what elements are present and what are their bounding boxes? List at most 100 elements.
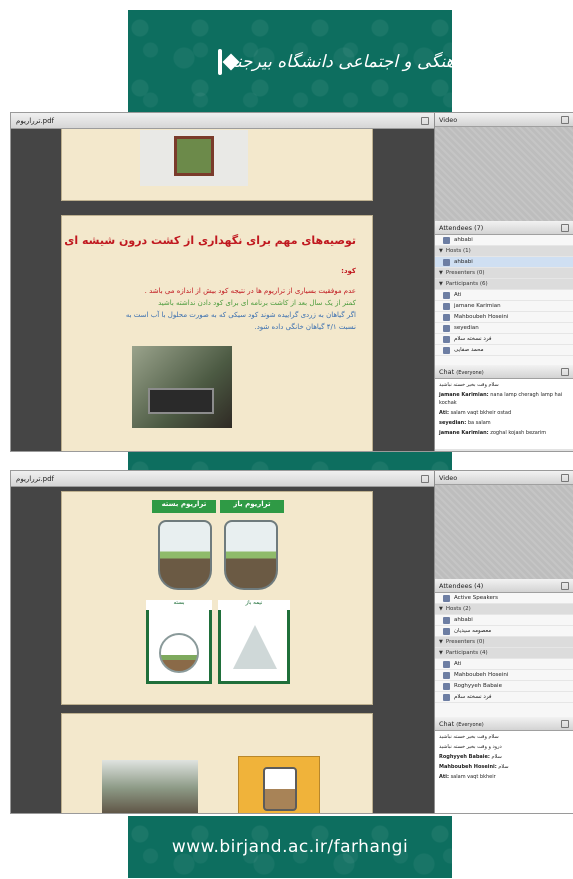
person-icon [443, 335, 450, 343]
attendees-title: Attendees [439, 581, 473, 590]
chat-sender: Mahboubeh Hoseini: [439, 764, 497, 770]
attendee-name: Presenters (0) [445, 270, 485, 276]
chat-text: salam vaqt bkheir ostad [450, 410, 512, 416]
chat-messages: سلام وقت بخیر خسته نباشید درود و وقت بخی… [435, 731, 573, 813]
attendee-name: Participants (6) [445, 281, 488, 287]
slide-current: توصیه‌های مهم برای نگهداری از کشت درون ش… [61, 215, 373, 451]
slide-current: تراریوم بسته تراریوم باز بسته نیمه باز [61, 491, 373, 705]
maximize-icon[interactable] [561, 367, 569, 376]
maximize-icon[interactable] [561, 581, 569, 590]
attendee-row[interactable]: محمد صفایی [435, 345, 573, 356]
chat-text: سلام [498, 764, 509, 770]
label-sealed: بسته [146, 600, 212, 610]
attendee-row[interactable]: ahbabi [435, 257, 573, 268]
website-url[interactable]: www.birjand.ac.ir/farhangi [172, 837, 408, 857]
maximize-icon[interactable] [561, 115, 569, 124]
attendees-list: Active Speakers ▼ Hosts (2) ahbabi معصومه سی… [435, 593, 573, 717]
slide-photo [140, 130, 248, 186]
planting-photo [102, 760, 198, 813]
chat-sender: jamane Karimian: [439, 430, 489, 436]
attendee-row[interactable]: Active Speakers [435, 593, 573, 604]
slide-viewer[interactable]: توصیه‌های مهم برای نگهداری از کشت درون ش… [11, 129, 434, 451]
closed-jar-image [158, 520, 212, 590]
person-icon [443, 313, 450, 321]
speaker-icon [443, 236, 450, 244]
maximize-icon[interactable] [421, 474, 429, 483]
chat-text: سلام وقت بخیر خسته نباشید [439, 734, 499, 740]
meeting-screenshot-2: ترراریوم.pdf تراریوم بسته تراریوم باز بس… [10, 470, 573, 814]
university-emblem-icon [218, 49, 222, 75]
page: معاونت فرهنگی و اجتماعی دانشگاه بیرجند ت… [0, 0, 573, 879]
attendee-group[interactable]: ▼ Presenters (0) [435, 268, 573, 279]
chat-message: Ati: salam vaqt bkheir [439, 773, 569, 781]
footer-banner: www.birjand.ac.ir/farhangi [128, 816, 452, 878]
attendee-row[interactable]: seyedian [435, 323, 573, 334]
attendee-name: Participants (4) [445, 650, 488, 656]
attendee-name: Hosts (1) [445, 248, 471, 254]
label-closed-terrarium: تراریوم بسته [152, 500, 216, 513]
person-icon [443, 682, 450, 690]
collapse-arrow-icon[interactable]: ▼ [439, 248, 443, 254]
right-pods: Video Attendees (7) ahbabi ▼ Hosts (1) ahba… [434, 113, 573, 451]
attendee-name: Roghyyeh Babaie [454, 683, 502, 689]
attendee-row[interactable]: Ati [435, 659, 573, 670]
attendee-row[interactable]: Ati [435, 290, 573, 301]
collapse-arrow-icon[interactable]: ▼ [439, 639, 443, 645]
attendee-group[interactable]: ▼ Hosts (2) [435, 604, 573, 615]
sealed-terrarium-frame: بسته [146, 600, 212, 684]
attendee-row[interactable]: ahbabi [435, 235, 573, 246]
chat-message: jamane Karimian: nana lamp cheragh lamp … [439, 391, 569, 407]
maximize-icon[interactable] [561, 473, 569, 482]
collapse-arrow-icon[interactable]: ▼ [439, 650, 443, 656]
divider-banner [128, 452, 452, 470]
maximize-icon[interactable] [421, 116, 429, 125]
collapse-arrow-icon[interactable]: ▼ [439, 281, 443, 287]
chat-message: seyedian: ba salam [439, 419, 569, 427]
video-pod-header: Video [435, 471, 573, 485]
chat-scope[interactable]: (Everyone) [456, 722, 483, 728]
attendee-name: ahbabi [454, 237, 473, 243]
attendee-row[interactable]: Mahboubeh Hoseini [435, 670, 573, 681]
attendee-row[interactable]: ahbabi [435, 615, 573, 626]
header-banner: معاونت فرهنگی و اجتماعی دانشگاه بیرجند [128, 10, 530, 112]
attendee-row[interactable]: معصومه سیدیان [435, 626, 573, 637]
collapse-arrow-icon[interactable]: ▼ [439, 270, 443, 276]
chat-scope[interactable]: (Everyone) [456, 370, 483, 376]
attendee-name: Mahboubeh Hoseini [454, 672, 509, 678]
chat-text: salam vaqt bkheir [450, 774, 496, 780]
attendee-row[interactable]: فرد نسخته سلام [435, 692, 573, 703]
terrarium-box-image [174, 136, 214, 176]
right-pods: Video Attendees (4) Active Speakers ▼ Host… [434, 471, 573, 813]
jar-diagram-image [238, 756, 320, 813]
slide-line: اگر گیاهان به زردی گراییده شوند کود سیکی… [125, 311, 356, 319]
logo-text: معاونت فرهنگی و اجتماعی دانشگاه بیرجند [228, 52, 530, 72]
maximize-icon[interactable] [561, 719, 569, 728]
attendee-name: Active Speakers [454, 595, 498, 601]
person-icon [443, 324, 450, 332]
slide-heading: کود: [341, 267, 356, 275]
fertilizing-photo [132, 346, 232, 428]
attendees-count: (4) [474, 581, 484, 590]
attendee-row[interactable]: فرد نسخته سلام [435, 334, 573, 345]
maximize-icon[interactable] [561, 223, 569, 232]
attendee-name: Ati [454, 292, 462, 298]
attendee-row[interactable]: Mahboubeh Hoseini [435, 312, 573, 323]
attendee-row[interactable]: Roghyyeh Babaie [435, 681, 573, 692]
attendee-group[interactable]: ▼ Participants (4) [435, 648, 573, 659]
attendee-name: فرد نسخته سلام [454, 694, 492, 700]
slide-line: کمتر از یک سال بعد از کاشت برنامه ای برا… [158, 299, 356, 307]
share-pod: ترراریوم.pdf تراریوم بسته تراریوم باز بس… [11, 471, 434, 813]
attendee-group[interactable]: ▼ Participants (6) [435, 279, 573, 290]
meeting-screenshot-1: ترراریوم.pdf توصیه‌های مهم برای نگهداری … [10, 112, 573, 452]
chat-sender: Ati: [439, 774, 449, 780]
attendee-row[interactable]: jamane Karimian [435, 301, 573, 312]
person-icon [443, 291, 450, 299]
chat-sender: seyedian: [439, 420, 467, 426]
chat-message: jamane Karimian: zoghal kojash bezarim [439, 429, 569, 437]
attendee-group[interactable]: ▼ Hosts (1) [435, 246, 573, 257]
attendee-group[interactable]: ▼ Presenters (0) [435, 637, 573, 648]
slide-viewer[interactable]: تراریوم بسته تراریوم باز بسته نیمه باز [11, 487, 434, 813]
half-open-terrarium-frame: نیمه باز [218, 600, 290, 684]
collapse-arrow-icon[interactable]: ▼ [439, 606, 443, 612]
share-pod-title: ترراریوم.pdf [16, 116, 54, 125]
